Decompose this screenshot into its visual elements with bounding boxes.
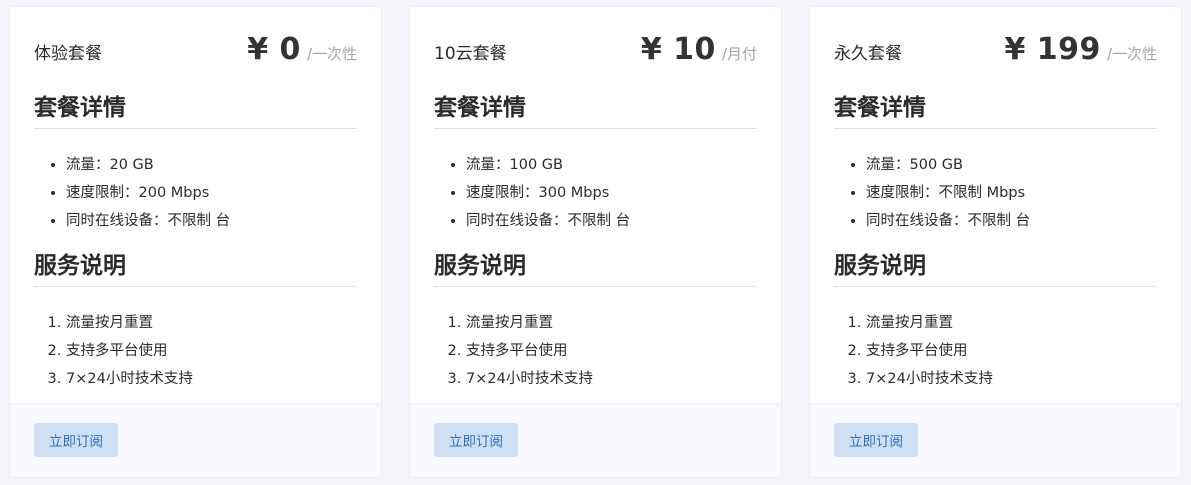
- feature-item: 同时在线设备：不限制 台: [466, 207, 630, 235]
- service-item: 流量按月重置: [466, 309, 593, 337]
- service-item: 7×24小时技术支持: [866, 365, 993, 393]
- plan-card-body: 永久套餐 ¥ 199/一次性 套餐详情 流量：500 GB 速度限制：不限制 M…: [834, 7, 1157, 405]
- feature-item: 速度限制：不限制 Mbps: [866, 179, 1030, 207]
- details-heading: 套餐详情: [834, 93, 1157, 129]
- service-heading: 服务说明: [434, 251, 757, 287]
- feature-item: 速度限制：300 Mbps: [466, 179, 630, 207]
- price-unit: /一次性: [1106, 45, 1157, 63]
- feature-item: 流量：20 GB: [66, 151, 230, 179]
- plan-card-10-cloud: 10云套餐 ¥ 10/月付 套餐详情 流量：100 GB 速度限制：300 Mb…: [409, 6, 782, 478]
- plan-name: 体验套餐: [34, 44, 102, 64]
- service-list: 流量按月重置 支持多平台使用 7×24小时技术支持: [34, 309, 193, 393]
- price-amount: ¥ 199: [1004, 32, 1101, 67]
- card-footer: 立即订阅: [10, 403, 381, 477]
- plan-card-trial: 体验套餐 ¥ 0/一次性 套餐详情 流量：20 GB 速度限制：200 Mbps…: [9, 6, 382, 478]
- feature-item: 流量：500 GB: [866, 151, 1030, 179]
- subscribe-button[interactable]: 立即订阅: [834, 423, 918, 457]
- plan-card-lifetime: 永久套餐 ¥ 199/一次性 套餐详情 流量：500 GB 速度限制：不限制 M…: [809, 6, 1182, 478]
- feature-item: 速度限制：200 Mbps: [66, 179, 230, 207]
- plan-name: 永久套餐: [834, 44, 902, 64]
- subscribe-button[interactable]: 立即订阅: [434, 423, 518, 457]
- plan-card-body: 10云套餐 ¥ 10/月付 套餐详情 流量：100 GB 速度限制：300 Mb…: [434, 7, 757, 405]
- plan-price: ¥ 10/月付: [641, 32, 757, 67]
- service-list: 流量按月重置 支持多平台使用 7×24小时技术支持: [434, 309, 593, 393]
- service-item: 7×24小时技术支持: [66, 365, 193, 393]
- service-heading: 服务说明: [834, 251, 1157, 287]
- details-heading: 套餐详情: [434, 93, 757, 129]
- plan-price: ¥ 0/一次性: [247, 32, 357, 67]
- plan-price: ¥ 199/一次性: [1004, 32, 1157, 67]
- details-heading: 套餐详情: [34, 93, 357, 129]
- price-unit: /月付: [721, 45, 757, 63]
- plan-name: 10云套餐: [434, 44, 507, 64]
- service-item: 流量按月重置: [66, 309, 193, 337]
- service-list: 流量按月重置 支持多平台使用 7×24小时技术支持: [834, 309, 993, 393]
- feature-list: 流量：20 GB 速度限制：200 Mbps 同时在线设备：不限制 台: [34, 151, 230, 235]
- service-item: 支持多平台使用: [866, 337, 993, 365]
- feature-item: 同时在线设备：不限制 台: [866, 207, 1030, 235]
- card-footer: 立即订阅: [410, 403, 781, 477]
- price-unit: /一次性: [306, 45, 357, 63]
- service-item: 7×24小时技术支持: [466, 365, 593, 393]
- price-amount: ¥ 10: [640, 32, 716, 67]
- service-item: 支持多平台使用: [466, 337, 593, 365]
- service-item: 流量按月重置: [866, 309, 993, 337]
- subscribe-button[interactable]: 立即订阅: [34, 423, 118, 457]
- price-amount: ¥ 0: [247, 32, 301, 67]
- service-heading: 服务说明: [34, 251, 357, 287]
- feature-item: 同时在线设备：不限制 台: [66, 207, 230, 235]
- card-footer: 立即订阅: [810, 403, 1181, 477]
- service-item: 支持多平台使用: [66, 337, 193, 365]
- feature-item: 流量：100 GB: [466, 151, 630, 179]
- plan-card-body: 体验套餐 ¥ 0/一次性 套餐详情 流量：20 GB 速度限制：200 Mbps…: [34, 7, 357, 405]
- feature-list: 流量：500 GB 速度限制：不限制 Mbps 同时在线设备：不限制 台: [834, 151, 1030, 235]
- feature-list: 流量：100 GB 速度限制：300 Mbps 同时在线设备：不限制 台: [434, 151, 630, 235]
